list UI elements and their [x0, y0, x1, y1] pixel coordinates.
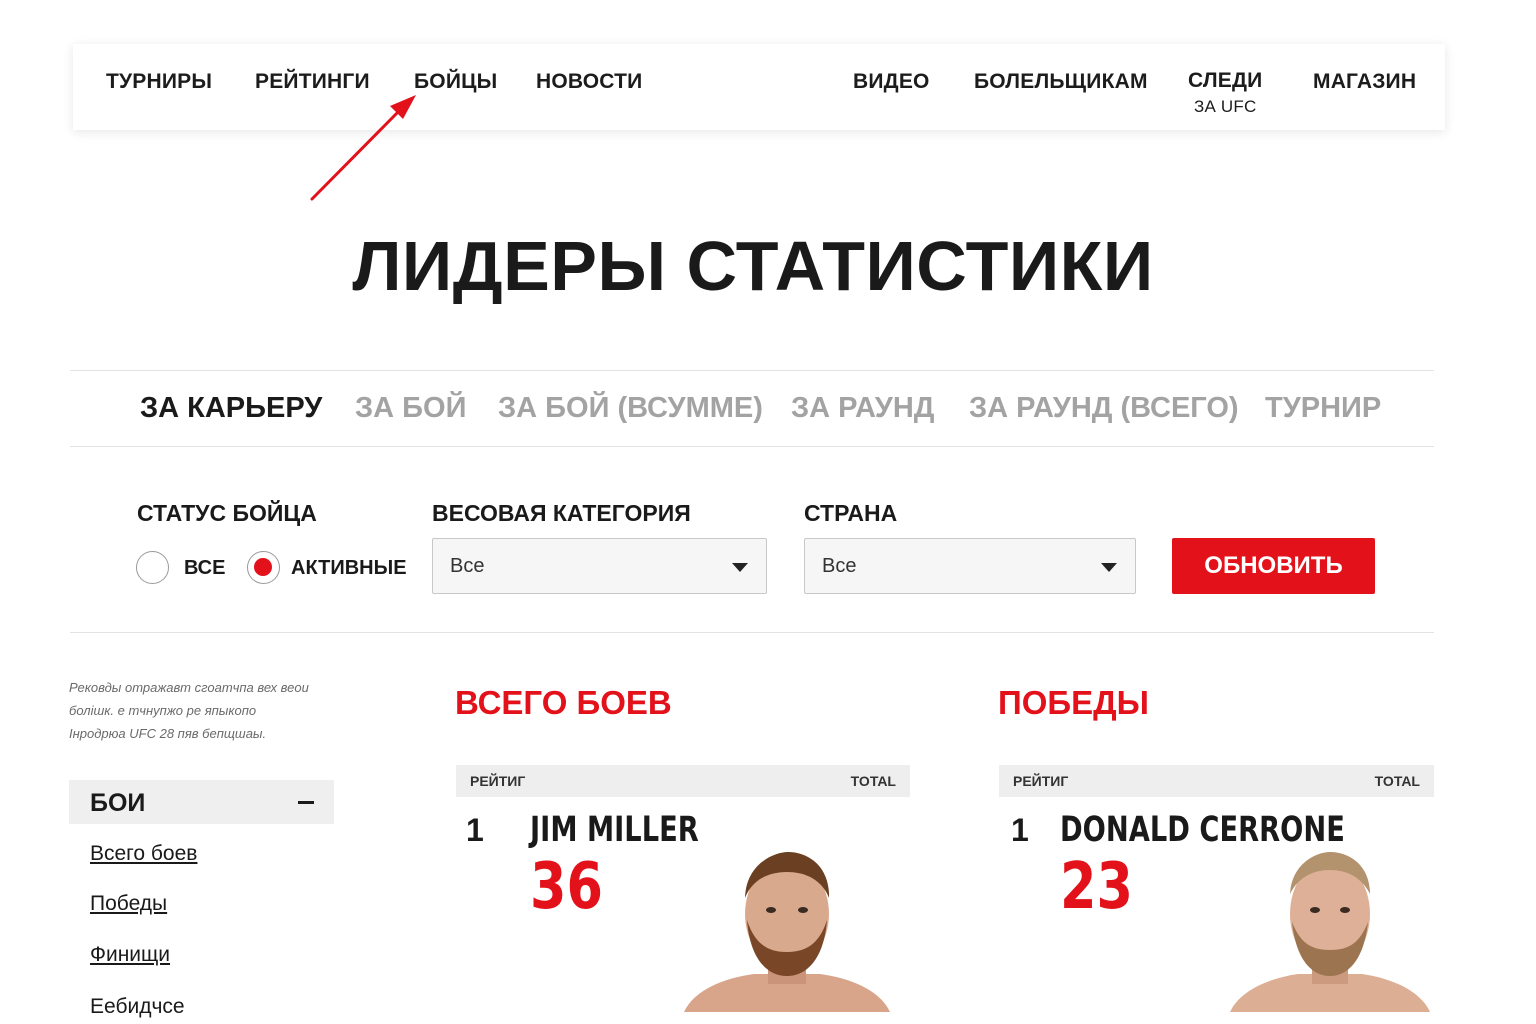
annotation-arrow-icon — [310, 95, 416, 201]
sidebar-link-wins[interactable]: Победы — [90, 892, 167, 916]
nav-news[interactable]: НОВОСТИ — [536, 70, 642, 94]
tab-event[interactable]: ТУРНИР — [1265, 392, 1381, 425]
nav-fans[interactable]: БОЛЕЛЬЩИКАМ — [974, 70, 1148, 94]
tab-per-round[interactable]: ЗА РАУНД — [791, 392, 934, 425]
sidebar-link-total-fights[interactable]: Всего боев — [90, 842, 197, 866]
card-header-row: РЕЙТИГ TOTAL — [999, 765, 1434, 797]
leader-total: 23 — [1060, 850, 1134, 924]
tab-per-fight-total[interactable]: ЗА БОЙ (ВСУММЕ) — [498, 392, 763, 425]
rank-column-header: РЕЙТИГ — [470, 773, 526, 789]
sidebar-link-item[interactable]: Еебидчсе — [90, 995, 185, 1019]
status-all-label[interactable]: ВСЕ — [184, 557, 225, 580]
records-note: Рековды отражавт сгоатчпа вех веои боліш… — [69, 676, 339, 745]
collapse-minus-icon[interactable] — [298, 801, 314, 804]
status-active-radio[interactable] — [247, 551, 280, 584]
card-header-row: РЕЙТИГ TOTAL — [456, 765, 910, 797]
rank-column-header: РЕЙТИГ — [1013, 773, 1069, 789]
tab-per-round-total[interactable]: ЗА РАУНД (ВСЕГО) — [969, 392, 1239, 425]
records-note-line: болішк. е тчнупжо ре япыкопо — [69, 703, 257, 718]
country-value: Все — [822, 555, 857, 577]
status-active-label[interactable]: АКТИВНЫЕ — [291, 557, 407, 580]
update-button[interactable]: ОБНОВИТЬ — [1172, 538, 1375, 594]
weight-class-select[interactable]: Все — [432, 538, 767, 594]
fights-accordion-title: БОИ — [90, 789, 146, 817]
leader-name[interactable]: JIM MILLER — [530, 810, 699, 850]
nav-follow-line1: СЛЕДИ — [1188, 69, 1263, 92]
fighter-portrait[interactable] — [1230, 850, 1430, 1012]
tab-career[interactable]: ЗА КАРЬЕРУ — [140, 392, 322, 425]
weight-filter-label: ВЕСОВАЯ КАТЕГОРИЯ — [432, 500, 691, 526]
total-column-header: TOTAL — [850, 773, 896, 789]
nav-video[interactable]: ВИДЕО — [853, 70, 930, 94]
tabs-top-divider — [70, 370, 1434, 371]
nav-shop[interactable]: МАГАЗИН — [1313, 70, 1416, 94]
chevron-down-icon — [732, 563, 748, 572]
top-navigation: ТУРНИРЫ РЕЙТИНГИ БОЙЦЫ НОВОСТИ ВИДЕО БОЛ… — [73, 44, 1445, 130]
weight-class-value: Все — [450, 555, 485, 577]
nav-tournaments[interactable]: ТУРНИРЫ — [106, 70, 212, 94]
fighter-portrait[interactable] — [684, 850, 890, 1012]
fights-accordion-header[interactable]: БОИ — [69, 780, 334, 824]
sidebar-link-finishes[interactable]: Финищи — [90, 943, 170, 967]
card-title-wins: ПОБЕДЫ — [998, 684, 1149, 721]
leader-rank: 1 — [1011, 812, 1029, 848]
leader-total: 36 — [530, 850, 604, 924]
leader-rank: 1 — [466, 812, 484, 848]
filters-divider — [70, 632, 1434, 633]
page-title: ЛИДЕРЫ СТАТИСТИКИ — [352, 227, 1154, 305]
records-note-line: Інродрюа UFC 28 пяв бепщшаы. — [69, 726, 267, 741]
tabs-bottom-divider — [70, 446, 1434, 447]
card-title-total-fights: ВСЕГО БОЕВ — [455, 684, 672, 721]
nav-follow-line2: ЗА UFC — [1193, 97, 1257, 116]
status-all-radio[interactable] — [136, 551, 169, 584]
tab-per-fight[interactable]: ЗА БОЙ — [355, 392, 466, 425]
leader-name[interactable]: DONALD CERRONE — [1060, 810, 1345, 850]
country-filter-label: СТРАНА — [804, 500, 898, 526]
chevron-down-icon — [1101, 563, 1117, 572]
total-column-header: TOTAL — [1374, 773, 1420, 789]
nav-follow-ufc[interactable]: СЛЕДИ ЗА UFC — [1188, 68, 1262, 120]
status-filter-label: СТАТУС БОЙЦА — [137, 500, 317, 526]
country-select[interactable]: Все — [804, 538, 1136, 594]
records-note-line: Рековды отражавт сгоатчпа вех веои — [69, 680, 309, 695]
